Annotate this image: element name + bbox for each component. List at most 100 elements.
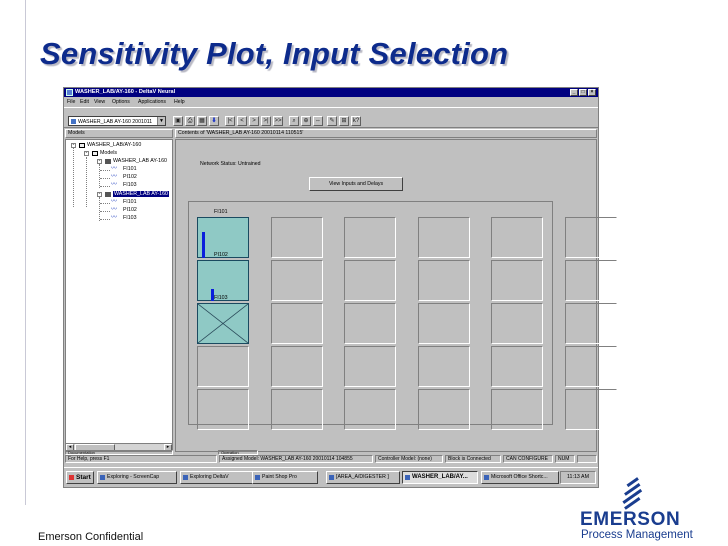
tree-model-1[interactable]: WASHER_LAB AY-160 bbox=[113, 158, 167, 164]
taskbar-item[interactable]: [AREA_A/DIGESTER ] bbox=[326, 471, 400, 484]
taskbar-item[interactable]: Paint Shop Pro bbox=[252, 471, 318, 484]
taskbar-item[interactable]: Exploring DeltaV bbox=[180, 471, 260, 484]
zoom-icon[interactable]: ⌕ bbox=[289, 116, 299, 126]
start-button[interactable]: Start bbox=[66, 471, 94, 484]
previous-icon[interactable]: < bbox=[237, 116, 247, 126]
slide-left-rule bbox=[25, 0, 26, 505]
taskbar-item[interactable]: WASHER_LAB/AY... bbox=[402, 471, 478, 484]
window-titlebar[interactable]: WASHER_LAB/AY-160 - DeltaV Neural _ □ × bbox=[64, 88, 598, 97]
app-icon bbox=[183, 475, 188, 480]
pane-headers: Models Contents of 'WASHER_LAB AY-160 20… bbox=[64, 129, 598, 138]
plot-cell-empty[interactable] bbox=[344, 217, 396, 258]
toolbar: WASHER_LAB AY-160 2001011 ▼ ▣ ⎙ ▦ ⬇ |< < > >| >>… bbox=[64, 107, 598, 128]
tree-model1-input[interactable]: PI102 bbox=[123, 174, 137, 180]
collapse-model1-toggle[interactable]: - bbox=[97, 159, 102, 164]
no-data-cross-icon bbox=[197, 303, 249, 344]
menu-edit[interactable]: Edit bbox=[80, 99, 89, 105]
plot-cell-empty[interactable] bbox=[564, 217, 617, 258]
model-icon bbox=[105, 192, 111, 197]
last-icon[interactable]: >| bbox=[261, 116, 271, 126]
tree-model-2-selected[interactable]: WASHER_LAB AY-160 bbox=[113, 191, 169, 197]
plot-cell-empty[interactable] bbox=[270, 260, 323, 301]
app-icon bbox=[329, 475, 334, 480]
download-icon[interactable]: ⬇ bbox=[209, 116, 219, 126]
tree-model1-input[interactable]: FI101 bbox=[123, 166, 137, 172]
plot-cell-empty[interactable] bbox=[344, 260, 396, 301]
taskbar-item[interactable]: Exploring - ScreenCap bbox=[97, 471, 177, 484]
taskbar-item-label: Exploring DeltaV bbox=[190, 474, 229, 480]
next-icon[interactable]: > bbox=[249, 116, 259, 126]
save-icon[interactable]: ▦ bbox=[197, 116, 207, 126]
first-icon[interactable]: |< bbox=[225, 116, 235, 126]
menu-bar: File Edit View Options Applications Help bbox=[64, 98, 598, 106]
plot-cell-empty[interactable] bbox=[197, 346, 249, 387]
edit-icon[interactable]: ✎ bbox=[327, 116, 337, 126]
expand-icon[interactable]: ⇔ bbox=[313, 116, 323, 126]
tree-root[interactable]: WASHER_LAB/AY-160 bbox=[87, 142, 141, 148]
plot-cell-empty[interactable] bbox=[270, 346, 323, 387]
plot-cell-empty[interactable] bbox=[344, 303, 396, 344]
help-icon[interactable]: k? bbox=[351, 116, 361, 126]
plot-cell-empty[interactable] bbox=[491, 346, 543, 387]
menu-view[interactable]: View bbox=[94, 99, 105, 105]
zoom-fit-icon[interactable]: ⊞ bbox=[339, 116, 349, 126]
brand-tagline: Process Management bbox=[581, 529, 693, 541]
help-status: For Help, press F1 bbox=[65, 455, 217, 463]
plot-label: FI101 bbox=[214, 209, 228, 215]
properties-icon[interactable]: ▣ bbox=[173, 116, 183, 126]
plot-cell-empty[interactable] bbox=[417, 346, 470, 387]
plot-cell-empty[interactable] bbox=[270, 303, 323, 344]
print-icon[interactable]: ⎙ bbox=[185, 116, 195, 126]
menu-help[interactable]: Help bbox=[174, 99, 185, 105]
model-icon bbox=[105, 159, 111, 164]
plot-cell-empty[interactable] bbox=[491, 260, 543, 301]
input-wave-icon: 〰 bbox=[111, 199, 118, 205]
input-wave-icon: 〰 bbox=[111, 182, 118, 188]
plot-cell-empty[interactable] bbox=[270, 217, 323, 258]
model-select[interactable]: WASHER_LAB AY-160 2001011 ▼ bbox=[68, 116, 166, 126]
tree-models[interactable]: Models bbox=[100, 150, 117, 156]
plot-cell-empty[interactable] bbox=[564, 389, 617, 430]
plot-cell-empty[interactable] bbox=[491, 303, 543, 344]
view-inputs-delays-button[interactable]: View Inputs and Delays bbox=[309, 177, 403, 191]
tree-model2-input[interactable]: FI103 bbox=[123, 215, 137, 221]
menu-applications[interactable]: Applications bbox=[138, 99, 166, 105]
plot-cell-empty[interactable] bbox=[417, 389, 470, 430]
app-icon bbox=[405, 475, 410, 480]
close-button[interactable]: × bbox=[588, 89, 596, 96]
tree-model2-input[interactable]: FI101 bbox=[123, 199, 137, 205]
project-icon bbox=[79, 143, 85, 148]
minimize-button[interactable]: _ bbox=[570, 89, 578, 96]
slide-title: Sensitivity Plot, Input Selection bbox=[40, 36, 509, 71]
taskbar-item[interactable]: Microsoft Office Shortc... bbox=[481, 471, 559, 484]
plot-cell-empty[interactable] bbox=[491, 217, 543, 258]
collapse-model2-toggle[interactable]: - bbox=[97, 192, 102, 197]
plot-cell-empty[interactable] bbox=[197, 389, 249, 430]
plot-cell-empty[interactable] bbox=[417, 217, 470, 258]
plot-cell-empty[interactable] bbox=[270, 389, 323, 430]
plot-cell-empty[interactable] bbox=[344, 389, 396, 430]
input-wave-icon: 〰 bbox=[111, 174, 118, 180]
collapse-models-toggle[interactable]: - bbox=[84, 151, 89, 156]
plot-label: FI103 bbox=[214, 295, 228, 301]
plot-cell-empty[interactable] bbox=[491, 389, 543, 430]
brand-name: EMERSON bbox=[580, 509, 681, 530]
chevron-down-icon[interactable]: ▼ bbox=[157, 117, 165, 125]
fast-forward-icon[interactable]: >> bbox=[273, 116, 283, 126]
configure-status: CAN CONFIGURE bbox=[503, 455, 553, 463]
plot-cell[interactable] bbox=[197, 303, 249, 344]
plot-cell-empty[interactable] bbox=[417, 303, 470, 344]
plot-cell-empty[interactable] bbox=[417, 260, 470, 301]
maximize-button[interactable]: □ bbox=[579, 89, 587, 96]
plot-cell-empty[interactable] bbox=[564, 346, 617, 387]
plot-cell-empty[interactable] bbox=[344, 346, 396, 387]
menu-options[interactable]: Options bbox=[112, 99, 130, 105]
plot-cell-empty[interactable] bbox=[564, 260, 617, 301]
pan-icon[interactable]: ⊕ bbox=[301, 116, 311, 126]
tree-model1-input[interactable]: FI103 bbox=[123, 182, 137, 188]
app-icon bbox=[100, 475, 105, 480]
collapse-root-toggle[interactable]: - bbox=[71, 143, 76, 148]
plot-cell-empty[interactable] bbox=[564, 303, 617, 344]
menu-file[interactable]: File bbox=[67, 99, 75, 105]
tree-model2-input[interactable]: PI102 bbox=[123, 207, 137, 213]
